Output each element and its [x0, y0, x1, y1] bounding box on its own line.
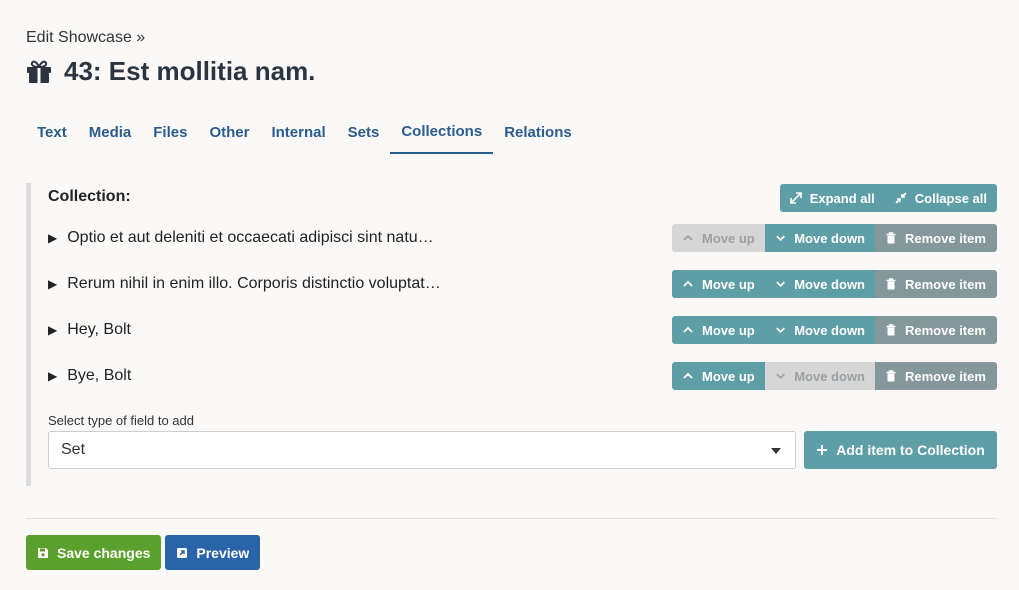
chevron-up-icon: [683, 234, 693, 241]
move-up-button: Move up: [672, 224, 765, 252]
move-up-button[interactable]: Move up: [672, 362, 765, 390]
chevron-up-icon: [683, 280, 693, 287]
expand-all-button[interactable]: Expand all: [779, 184, 885, 212]
move-down-button: Move down: [765, 362, 875, 390]
trash-icon: [886, 278, 896, 290]
move-down-label: Move down: [794, 276, 865, 292]
add-item-button[interactable]: Add item to Collection: [804, 431, 997, 469]
tab-relations[interactable]: Relations: [493, 113, 583, 154]
trash-icon: [886, 370, 896, 382]
item-actions: Move up Move down Remove item: [672, 362, 997, 390]
expand-icon: [789, 192, 802, 204]
collection-label: Collection:: [48, 188, 131, 205]
plus-icon: [817, 445, 828, 455]
collection-item-toggle[interactable]: ▶ Bye, Bolt: [48, 367, 131, 385]
field-type-label: Select type of field to add: [48, 413, 194, 428]
remove-item-button[interactable]: Remove item: [875, 362, 997, 390]
move-up-button[interactable]: Move up: [672, 316, 765, 344]
collection-item-toggle[interactable]: ▶ Optio et aut deleniti et occaecati adi…: [48, 229, 434, 247]
move-down-label: Move down: [794, 230, 865, 246]
move-down-button[interactable]: Move down: [765, 316, 875, 344]
breadcrumb[interactable]: Edit Showcase »: [26, 29, 145, 47]
compress-icon: [895, 192, 907, 204]
field-type-select[interactable]: Set: [48, 431, 796, 469]
remove-item-button[interactable]: Remove item: [875, 316, 997, 344]
chevron-down-icon: [776, 373, 785, 380]
collection-editor: Collection: Expand all Collapse all ▶ Op…: [26, 183, 997, 486]
tab-text[interactable]: Text: [26, 113, 78, 154]
trash-icon: [886, 324, 896, 336]
move-down-label: Move down: [794, 322, 865, 338]
collection-item-title: Hey, Bolt: [67, 321, 131, 338]
move-up-label: Move up: [702, 230, 755, 246]
tab-sets[interactable]: Sets: [337, 113, 391, 154]
remove-item-label: Remove item: [905, 276, 986, 292]
remove-item-button[interactable]: Remove item: [875, 270, 997, 298]
collection-item: ▶ Rerum nihil in enim illo. Corporis dis…: [48, 270, 997, 298]
move-up-button[interactable]: Move up: [672, 270, 765, 298]
move-up-label: Move up: [702, 368, 755, 384]
collection-item-title: Bye, Bolt: [67, 367, 132, 384]
collection-item: ▶ Optio et aut deleniti et occaecati adi…: [48, 224, 997, 252]
caret-down-icon: [771, 448, 781, 454]
move-up-label: Move up: [702, 276, 755, 292]
remove-item-label: Remove item: [905, 322, 986, 338]
tab-bar: Text Media Files Other Internal Sets Col…: [26, 113, 583, 154]
collection-item-title: Optio et aut deleniti et occaecati adipi…: [67, 229, 434, 246]
external-link-icon: [177, 547, 188, 558]
save-changes-label: Save changes: [57, 544, 151, 561]
expand-triangle-icon: ▶: [48, 323, 58, 337]
move-up-label: Move up: [702, 322, 755, 338]
remove-item-label: Remove item: [905, 230, 986, 246]
expand-collapse-group: Expand all Collapse all: [779, 184, 997, 212]
save-changes-button[interactable]: Save changes: [26, 535, 162, 570]
chevron-down-icon: [776, 235, 785, 242]
gift-icon: [27, 60, 51, 83]
collection-item: ▶ Hey, Bolt Move up Move down Remove ite…: [48, 316, 997, 344]
collection-item-title: Rerum nihil in enim illo. Corporis disti…: [67, 275, 441, 292]
form-actions: Save changes Preview: [26, 535, 261, 570]
tab-files[interactable]: Files: [142, 113, 198, 154]
collection-item-toggle[interactable]: ▶ Rerum nihil in enim illo. Corporis dis…: [48, 275, 441, 293]
title-row: 43: Est mollitia nam.: [26, 56, 315, 87]
add-item-label: Add item to Collection: [836, 442, 985, 458]
expand-triangle-icon: ▶: [48, 277, 58, 291]
chevron-up-icon: [683, 326, 693, 333]
chevron-down-icon: [776, 281, 785, 288]
tab-other[interactable]: Other: [198, 113, 260, 154]
field-type-value: Set: [61, 441, 86, 458]
collection-item-toggle[interactable]: ▶ Hey, Bolt: [48, 321, 131, 339]
move-down-button[interactable]: Move down: [765, 224, 875, 252]
save-icon: [38, 547, 48, 558]
collapse-all-label: Collapse all: [914, 190, 987, 206]
collection-item: ▶ Bye, Bolt Move up Move down Remove ite…: [48, 362, 997, 390]
expand-triangle-icon: ▶: [48, 369, 58, 383]
item-actions: Move up Move down Remove item: [672, 316, 997, 344]
tab-internal[interactable]: Internal: [260, 113, 336, 154]
divider: [26, 518, 997, 519]
preview-label: Preview: [196, 544, 250, 561]
page-title: 43: Est mollitia nam.: [64, 56, 316, 86]
tab-media[interactable]: Media: [78, 113, 143, 154]
chevron-down-icon: [776, 327, 785, 334]
item-actions: Move up Move down Remove item: [672, 270, 997, 298]
move-down-button[interactable]: Move down: [765, 270, 875, 298]
trash-icon: [886, 232, 896, 244]
item-actions: Move up Move down Remove item: [672, 224, 997, 252]
preview-button[interactable]: Preview: [165, 535, 261, 570]
collapse-all-button[interactable]: Collapse all: [884, 184, 997, 212]
tab-collections[interactable]: Collections: [390, 113, 494, 154]
remove-item-label: Remove item: [905, 368, 986, 384]
move-down-label: Move down: [794, 368, 865, 384]
expand-all-label: Expand all: [809, 190, 875, 206]
remove-item-button[interactable]: Remove item: [875, 224, 997, 252]
chevron-up-icon: [683, 372, 693, 379]
expand-triangle-icon: ▶: [48, 231, 58, 245]
